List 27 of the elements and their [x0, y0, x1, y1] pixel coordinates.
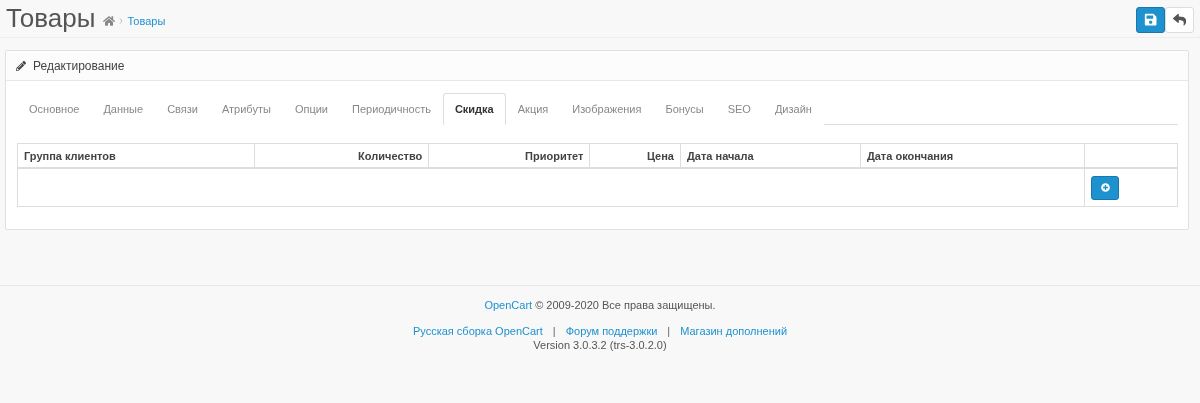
column-header: Дата начала — [680, 143, 861, 168]
separator: | — [552, 325, 556, 337]
column-header: Приоритет — [428, 143, 590, 168]
column-header: Цена — [589, 143, 681, 168]
column-header: Группа клиентов — [17, 143, 255, 168]
opencart-link[interactable]: OpenCart — [484, 299, 533, 311]
breadcrumb-link[interactable]: Товары — [127, 14, 166, 27]
footer-link[interactable]: Форум поддержки — [565, 325, 658, 337]
page-title: Товары — [6, 3, 96, 34]
column-header: Количество — [254, 143, 429, 168]
add-button[interactable] — [1091, 175, 1120, 200]
version-text: Version 3.0.3.2 (trs-3.0.2.0) — [532, 339, 668, 351]
back-button[interactable] — [1165, 6, 1194, 33]
column-header: Дата окончания — [860, 143, 1085, 168]
footer-link[interactable]: Магазин дополнений — [680, 325, 788, 337]
panel-title: Редактирование — [33, 58, 125, 73]
save-button[interactable] — [1136, 6, 1165, 33]
tab[interactable]: Скидка — [442, 93, 506, 125]
chevron-icon — [119, 17, 124, 24]
pencil-icon — [16, 60, 26, 71]
plus-icon — [1100, 183, 1110, 192]
back-icon — [1172, 12, 1187, 27]
footer-link[interactable]: Русская сборка OpenCart — [412, 325, 543, 337]
home-icon[interactable] — [103, 14, 116, 27]
copyright-text: OpenCart © 2009-2020 Все права защищены. — [483, 299, 717, 311]
separator: | — [667, 325, 671, 337]
save-icon — [1143, 12, 1158, 27]
